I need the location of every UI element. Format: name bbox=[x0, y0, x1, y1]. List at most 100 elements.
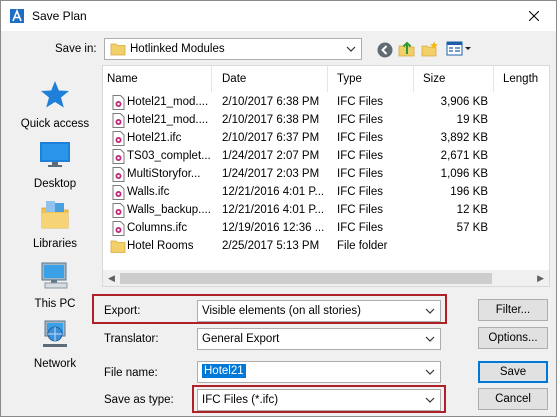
file-name-value: Hotel21 bbox=[202, 364, 246, 378]
view-menu-icon bbox=[446, 41, 471, 56]
file-row[interactable]: MultiStoryfor... 1/24/2017 2:03 PM IFC F… bbox=[103, 166, 549, 184]
file-type: IFC Files bbox=[337, 150, 383, 162]
save-button[interactable]: Save bbox=[478, 361, 548, 383]
desktop-icon bbox=[40, 142, 70, 167]
column-header-size[interactable]: Size bbox=[423, 73, 445, 85]
view-menu-button[interactable] bbox=[446, 40, 474, 58]
scroll-left-icon[interactable]: ◀ bbox=[108, 273, 115, 284]
back-icon[interactable] bbox=[376, 41, 394, 59]
place-label: Desktop bbox=[33, 178, 77, 190]
file-name-input[interactable]: Hotel21 bbox=[197, 361, 441, 383]
file-name: TS03_complet... bbox=[127, 150, 211, 162]
file-size: 196 KB bbox=[450, 186, 488, 198]
place-label: Libraries bbox=[32, 238, 78, 250]
file-date: 2/10/2017 6:38 PM bbox=[222, 96, 320, 108]
file-row[interactable]: Walls.ifc 12/21/2016 4:01 P... IFC Files… bbox=[103, 184, 549, 202]
place-this-pc[interactable]: This PC bbox=[11, 259, 99, 310]
file-name: Hotel Rooms bbox=[127, 240, 194, 252]
file-size: 1,096 KB bbox=[440, 168, 488, 180]
close-icon bbox=[529, 11, 539, 21]
this-pc-icon bbox=[41, 262, 68, 289]
place-libraries[interactable]: Libraries bbox=[11, 199, 99, 250]
place-label: Quick access bbox=[20, 118, 90, 130]
file-type: IFC Files bbox=[337, 186, 383, 198]
options-button[interactable]: Options... bbox=[478, 327, 548, 349]
file-type: IFC Files bbox=[337, 96, 383, 108]
file-type: IFC Files bbox=[337, 114, 383, 126]
place-quick-access[interactable]: Quick access bbox=[11, 79, 99, 130]
file-name: Hotel21_mod.... bbox=[127, 114, 209, 126]
file-date: 2/10/2017 6:38 PM bbox=[222, 114, 320, 126]
file-type: IFC Files bbox=[337, 132, 383, 144]
place-label: This PC bbox=[34, 298, 76, 310]
file-row[interactable]: Hotel21_mod.... 2/10/2017 6:38 PM IFC Fi… bbox=[103, 112, 549, 130]
save-as-type-label: Save as type: bbox=[104, 394, 174, 406]
translator-dropdown[interactable]: General Export bbox=[197, 328, 441, 350]
cancel-button[interactable]: Cancel bbox=[478, 388, 548, 410]
file-name: MultiStoryfor... bbox=[127, 168, 201, 180]
file-list-header: Name Date Type Size Length bbox=[103, 66, 549, 92]
archicad-app-icon bbox=[10, 8, 24, 23]
chevron-down-icon bbox=[425, 308, 435, 314]
file-size: 3,892 KB bbox=[440, 132, 488, 144]
file-row[interactable]: Hotel21_mod.... 2/10/2017 6:38 PM IFC Fi… bbox=[103, 94, 549, 112]
file-name: Hotel21.ifc bbox=[127, 132, 182, 144]
file-date: 1/24/2017 2:03 PM bbox=[222, 168, 320, 180]
column-header-type[interactable]: Type bbox=[337, 73, 362, 85]
column-header-date[interactable]: Date bbox=[222, 73, 246, 85]
folder-icon bbox=[110, 43, 126, 56]
file-list[interactable]: Name Date Type Size Length Hotel21_mod..… bbox=[102, 65, 550, 287]
network-icon bbox=[43, 320, 67, 347]
folder-row[interactable]: Hotel Rooms 2/25/2017 5:13 PM File folde… bbox=[103, 238, 549, 256]
translator-value: General Export bbox=[202, 333, 280, 345]
file-type: File folder bbox=[337, 240, 388, 252]
window-title: Save Plan bbox=[32, 9, 87, 23]
file-name: Columns.ifc bbox=[127, 222, 188, 234]
file-date: 12/21/2016 4:01 P... bbox=[222, 204, 325, 216]
ifc-file-icon bbox=[112, 221, 125, 236]
file-date: 1/24/2017 2:07 PM bbox=[222, 150, 320, 162]
scrollbar-thumb[interactable] bbox=[120, 273, 492, 284]
column-header-name[interactable]: Name bbox=[107, 73, 138, 85]
file-type: IFC Files bbox=[337, 222, 383, 234]
file-size: 3,906 KB bbox=[440, 96, 488, 108]
save-in-value: Hotlinked Modules bbox=[130, 43, 225, 55]
file-size: 12 KB bbox=[456, 204, 488, 216]
up-folder-icon[interactable] bbox=[398, 40, 416, 58]
ifc-file-icon bbox=[112, 149, 125, 164]
file-name-label: File name: bbox=[104, 367, 158, 379]
file-row[interactable]: TS03_complet... 1/24/2017 2:07 PM IFC Fi… bbox=[103, 148, 549, 166]
file-name: Walls_backup.... bbox=[127, 204, 211, 216]
scroll-right-icon[interactable]: ▶ bbox=[537, 273, 544, 284]
place-network[interactable]: Network bbox=[11, 319, 99, 370]
title-bar: Save Plan bbox=[1, 1, 556, 31]
save-in-dropdown[interactable]: Hotlinked Modules bbox=[104, 38, 362, 60]
new-folder-icon[interactable] bbox=[421, 40, 439, 58]
file-name: Walls.ifc bbox=[127, 186, 170, 198]
chevron-down-icon[interactable] bbox=[424, 365, 436, 379]
place-label: Network bbox=[33, 358, 77, 370]
save-as-type-dropdown[interactable]: IFC Files (*.ifc) bbox=[197, 389, 441, 411]
places-bar: Quick access Desktop Libraries This PC N… bbox=[11, 69, 99, 370]
file-date: 12/19/2016 12:36 ... bbox=[222, 222, 325, 234]
close-button[interactable] bbox=[512, 1, 556, 31]
export-label: Export: bbox=[104, 305, 141, 317]
file-row[interactable]: Columns.ifc 12/19/2016 12:36 ... IFC Fil… bbox=[103, 220, 549, 238]
place-desktop[interactable]: Desktop bbox=[11, 139, 99, 190]
column-header-length[interactable]: Length bbox=[503, 73, 538, 85]
filter-button[interactable]: Filter... bbox=[478, 299, 548, 321]
save-as-type-value: IFC Files (*.ifc) bbox=[202, 394, 279, 406]
chevron-down-icon bbox=[425, 397, 435, 403]
file-size: 19 KB bbox=[456, 114, 488, 126]
file-size: 57 KB bbox=[456, 222, 488, 234]
file-type: IFC Files bbox=[337, 168, 383, 180]
quick-access-icon bbox=[41, 81, 69, 108]
horizontal-scrollbar[interactable]: ◀ ▶ bbox=[103, 270, 549, 286]
file-row[interactable]: Walls_backup.... 12/21/2016 4:01 P... IF… bbox=[103, 202, 549, 220]
ifc-file-icon bbox=[112, 131, 125, 146]
ifc-file-icon bbox=[112, 203, 125, 218]
file-date: 2/10/2017 6:37 PM bbox=[222, 132, 320, 144]
file-row[interactable]: Hotel21.ifc 2/10/2017 6:37 PM IFC Files … bbox=[103, 130, 549, 148]
export-dropdown[interactable]: Visible elements (on all stories) bbox=[197, 300, 441, 322]
chevron-down-icon bbox=[346, 46, 356, 52]
